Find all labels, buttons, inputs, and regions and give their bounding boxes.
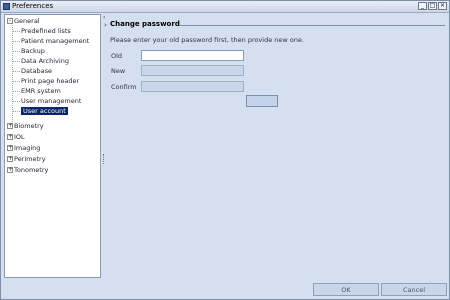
tree-item-label-selected: User account <box>21 107 68 115</box>
change-password-button[interactable] <box>246 95 278 107</box>
expand-icon[interactable]: + <box>7 167 13 173</box>
tree-item-perimetry[interactable]: +Perimetry <box>7 154 46 164</box>
section-chevron-icon[interactable]: › <box>104 21 107 29</box>
tree-connector <box>13 50 20 52</box>
tree-item-label: Biometry <box>14 122 44 130</box>
tree-item-backup[interactable]: Backup <box>13 46 45 56</box>
confirm-password-input[interactable] <box>141 81 244 92</box>
tree-item-emr-system[interactable]: EMR system <box>13 86 61 96</box>
tree-item-label: Backup <box>21 47 45 55</box>
tree-item-label: IOL <box>14 133 25 141</box>
tree-connector <box>13 100 20 102</box>
tree-item-label: Tonometry <box>14 166 49 174</box>
tree-connector <box>13 60 20 62</box>
tree-item-print-page-header[interactable]: Print page header <box>13 76 79 86</box>
tree-connector <box>13 110 20 112</box>
expand-icon[interactable]: + <box>7 134 13 140</box>
old-password-input[interactable] <box>141 50 244 61</box>
expand-icon[interactable]: + <box>7 156 13 162</box>
tree-item-database[interactable]: Database <box>13 66 52 76</box>
preferences-window: Preferences _ □ × - General Predefined li… <box>0 0 450 300</box>
maximize-icon[interactable]: □ <box>428 2 437 10</box>
tree-connector <box>13 70 20 72</box>
ok-button[interactable]: OK <box>313 283 379 296</box>
expand-icon[interactable]: + <box>7 145 13 151</box>
tree-item-user-account[interactable]: User account <box>13 106 68 116</box>
new-password-label: New <box>111 67 126 75</box>
close-icon[interactable]: × <box>438 2 447 10</box>
tree-connector <box>13 90 20 92</box>
tree-item-biometry[interactable]: +Biometry <box>7 121 44 131</box>
tree-item-label: Print page header <box>21 77 80 85</box>
tree-item-label: Perimetry <box>14 155 46 163</box>
tree-item-data-archiving[interactable]: Data Archiving <box>13 56 69 66</box>
tree-item-label: General <box>14 17 40 25</box>
tree-item-label: User management <box>21 97 82 105</box>
section-title: Change password <box>110 20 180 28</box>
section-divider <box>179 25 445 26</box>
tree-connector <box>13 30 20 32</box>
minimize-icon[interactable]: _ <box>418 2 427 10</box>
expand-icon[interactable]: + <box>7 123 13 129</box>
tree-item-label: Data Archiving <box>21 57 69 65</box>
tree-connector <box>13 80 20 82</box>
title-bar[interactable]: Preferences _ □ × <box>1 1 449 13</box>
tree-item-user-management[interactable]: User management <box>13 96 81 106</box>
tree-item-label: Patient management <box>21 37 90 45</box>
new-password-input[interactable] <box>141 65 244 76</box>
instructions-text: Please enter your old password first, th… <box>110 36 304 44</box>
collapse-icon[interactable]: - <box>7 18 13 24</box>
splitter-grip-icon[interactable] <box>103 154 105 164</box>
tree-item-tonometry[interactable]: +Tonometry <box>7 165 48 175</box>
tree-item-label: EMR system <box>21 87 61 95</box>
tree-item-iol[interactable]: +IOL <box>7 132 25 142</box>
app-icon <box>3 3 10 10</box>
window-title: Preferences <box>12 2 54 10</box>
tree-item-patient-management[interactable]: Patient management <box>13 36 89 46</box>
old-password-label: Old <box>111 52 123 60</box>
tree-item-imaging[interactable]: +Imaging <box>7 143 40 153</box>
cancel-button[interactable]: Cancel <box>381 283 447 296</box>
tree-item-label: Imaging <box>14 144 41 152</box>
tree-item-label: Predefined lists <box>21 27 71 35</box>
confirm-password-label: Confirm <box>111 83 137 91</box>
tree-item-general[interactable]: - General <box>7 16 40 26</box>
tree-connector <box>13 40 20 42</box>
tree-item-label: Database <box>21 67 53 75</box>
tree-item-predefined-lists[interactable]: Predefined lists <box>13 26 71 36</box>
preferences-tree: - General Predefined lists Patient manage… <box>4 14 101 278</box>
collapse-left-icon[interactable]: ‹ <box>103 14 105 21</box>
panel-splitter[interactable]: ‹ <box>102 14 105 278</box>
